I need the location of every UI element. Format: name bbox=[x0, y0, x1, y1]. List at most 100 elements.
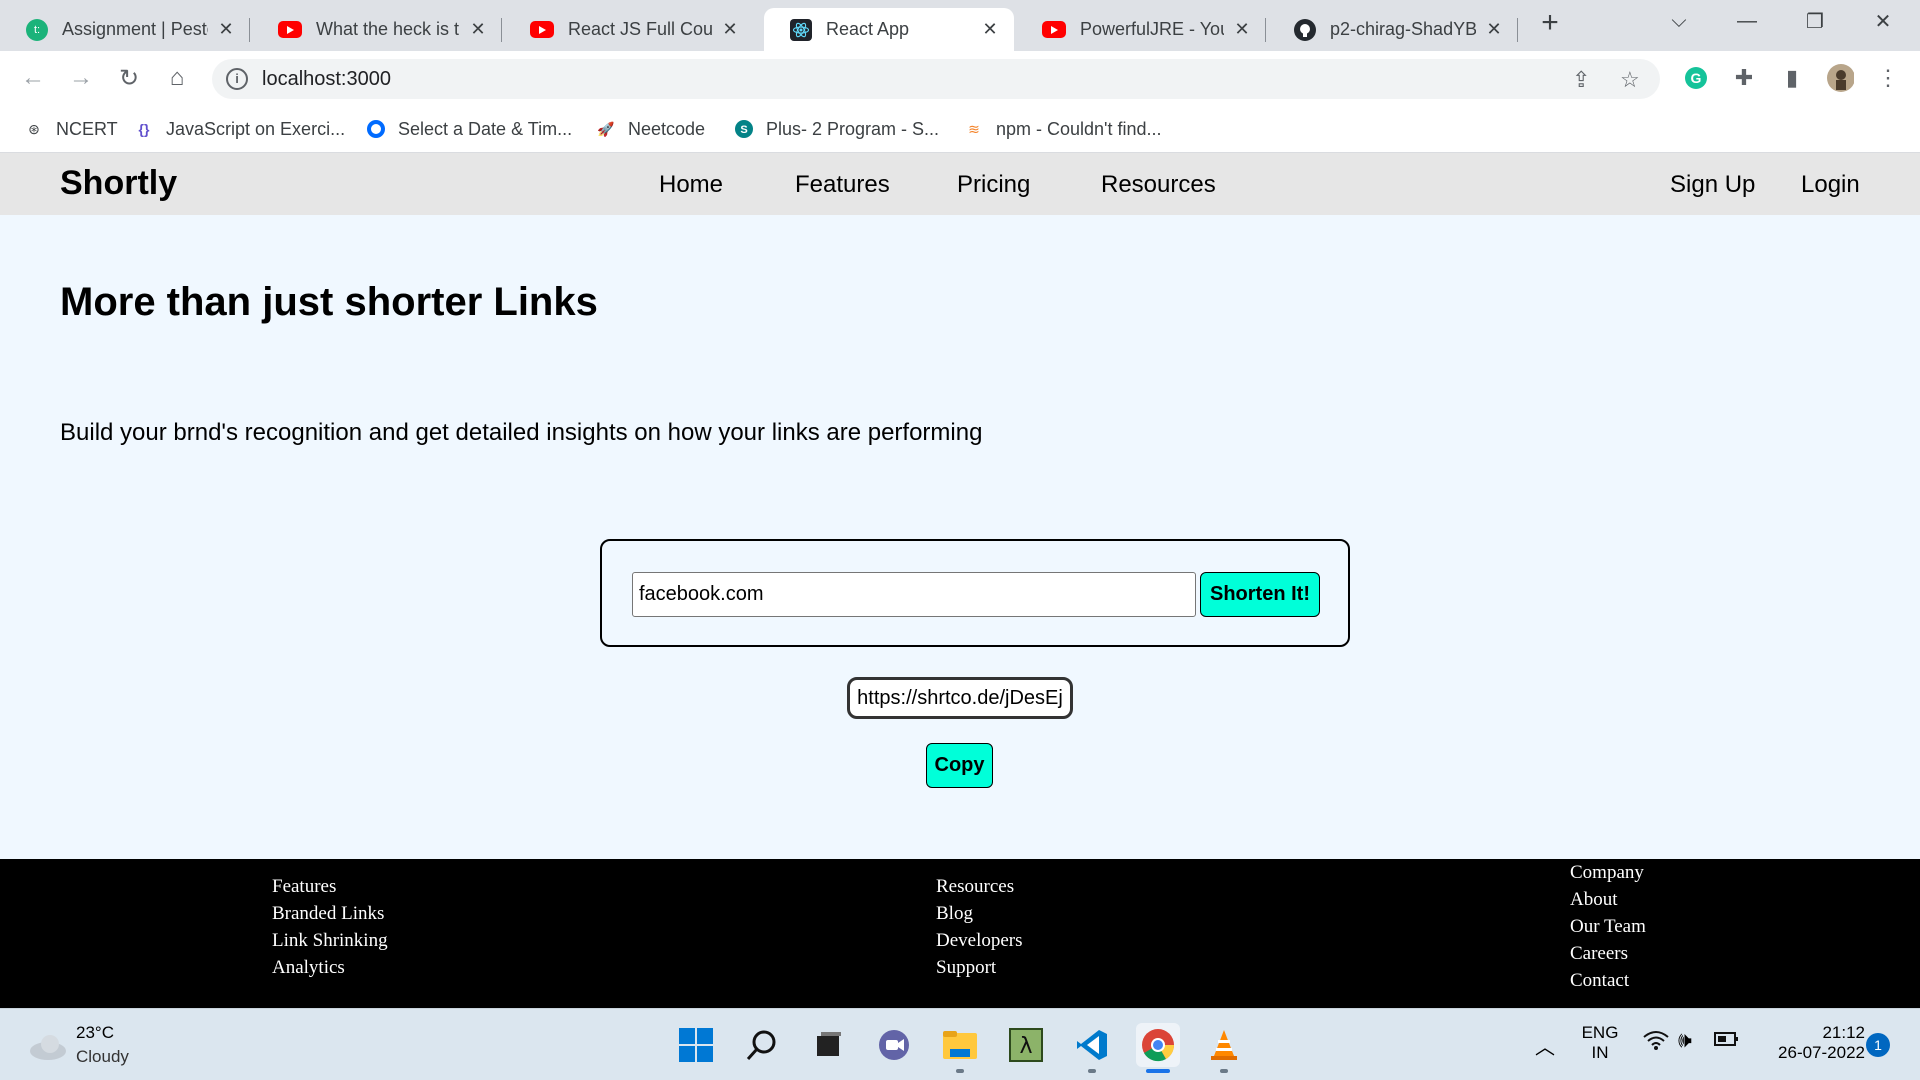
weather-temp: 23°C bbox=[76, 1023, 114, 1042]
vscode-icon[interactable] bbox=[1070, 1023, 1114, 1073]
volume-icon[interactable]: 🕪 bbox=[1678, 1027, 1692, 1053]
home-button[interactable]: ⌂ bbox=[160, 61, 194, 95]
footer-link[interactable]: Developers bbox=[936, 927, 1023, 954]
lambda-app-icon[interactable]: λ bbox=[1004, 1023, 1048, 1067]
chrome-icon[interactable] bbox=[1136, 1023, 1180, 1073]
svg-text:S: S bbox=[740, 124, 747, 136]
footer-link[interactable]: Analytics bbox=[272, 954, 388, 981]
shorten-form: Shorten It! bbox=[600, 539, 1350, 647]
nav-pricing[interactable]: Pricing bbox=[957, 171, 1030, 199]
forward-button[interactable]: → bbox=[64, 61, 98, 95]
footer-link[interactable]: Resources bbox=[936, 873, 1023, 900]
close-icon[interactable]: ✕ bbox=[720, 19, 740, 40]
close-window-button[interactable]: ✕ bbox=[1849, 0, 1917, 42]
browser-tab[interactable]: What the heck is th ✕ bbox=[252, 8, 502, 51]
footer-link[interactable]: Blog bbox=[936, 900, 1023, 927]
language-indicator[interactable]: ENG IN bbox=[1578, 1023, 1622, 1063]
bookmark-item[interactable]: {} JavaScript on Exerci... bbox=[134, 115, 346, 143]
url-input[interactable] bbox=[632, 572, 1196, 617]
profile-avatar[interactable] bbox=[1826, 64, 1854, 92]
hero-title: More than just shorter Links bbox=[60, 280, 598, 324]
clock-date: 26-07-2022 bbox=[1778, 1043, 1865, 1062]
tab-title: Assignment | Pesto bbox=[62, 19, 208, 39]
footer-link[interactable]: Link Shrinking bbox=[272, 927, 388, 954]
youtube-icon bbox=[278, 21, 302, 38]
restore-button[interactable]: ❐ bbox=[1781, 0, 1849, 42]
tab-title: p2-chirag-ShadYBh bbox=[1330, 19, 1476, 39]
menu-kebab-icon[interactable]: ⋮ bbox=[1874, 64, 1902, 92]
extensions-puzzle-icon[interactable]: ✚ bbox=[1730, 64, 1758, 92]
footer-link[interactable]: Careers bbox=[1570, 940, 1646, 967]
close-icon[interactable]: ✕ bbox=[1484, 19, 1504, 40]
browser-tab[interactable]: React JS Full Course ✕ bbox=[504, 8, 754, 51]
browser-toolbar: ← → ↻ ⌂ i localhost:3000 ⇪ ☆ G ✚ ▮ ⋮ bbox=[0, 51, 1920, 105]
footer-link[interactable]: Features bbox=[272, 873, 388, 900]
close-icon[interactable]: ✕ bbox=[980, 19, 1000, 40]
browser-tab-strip: t: Assignment | Pesto ✕ What the heck is… bbox=[0, 0, 1920, 51]
minimize-button[interactable]: — bbox=[1713, 0, 1781, 42]
task-view-icon[interactable] bbox=[806, 1023, 850, 1067]
address-bar[interactable]: i localhost:3000 ⇪ ☆ bbox=[212, 59, 1660, 99]
back-button[interactable]: ← bbox=[16, 61, 50, 95]
nav-features[interactable]: Features bbox=[795, 171, 890, 199]
clock[interactable]: 21:12 26-07-2022 bbox=[1755, 1023, 1865, 1063]
footer-link[interactable]: Support bbox=[936, 954, 1023, 981]
new-tab-button[interactable]: + bbox=[1536, 8, 1564, 38]
pesto-icon: t: bbox=[26, 18, 48, 41]
bookmark-label: Neetcode bbox=[628, 118, 706, 139]
bookmark-item[interactable]: S Plus- 2 Program - S... bbox=[734, 115, 939, 143]
footer-link[interactable]: Company bbox=[1570, 859, 1646, 886]
share-icon[interactable]: ⇪ bbox=[1572, 67, 1590, 93]
hero-subtitle: Build your brnd's recognition and get de… bbox=[60, 419, 983, 446]
battery-icon[interactable] bbox=[1714, 1029, 1740, 1054]
teams-chat-icon[interactable] bbox=[872, 1023, 916, 1067]
browser-tab[interactable]: p2-chirag-ShadYBh ✕ bbox=[1268, 8, 1518, 51]
svg-text:λ: λ bbox=[1019, 1034, 1032, 1059]
show-hidden-icons-chevron-icon[interactable]: ︿ bbox=[1535, 1031, 1555, 1060]
ncert-icon: ⊛ bbox=[28, 120, 40, 137]
bookmarks-bar: ⊛ NCERT {} JavaScript on Exerci... Selec… bbox=[0, 105, 1920, 153]
nav-resources[interactable]: Resources bbox=[1101, 171, 1216, 199]
search-icon[interactable] bbox=[740, 1023, 784, 1067]
shorten-button[interactable]: Shorten It! bbox=[1200, 572, 1320, 617]
react-icon bbox=[790, 18, 812, 41]
clock-time: 21:12 bbox=[1822, 1023, 1865, 1042]
bookmark-item[interactable]: ≋ npm - Couldn't find... bbox=[964, 115, 1161, 143]
close-icon[interactable]: ✕ bbox=[216, 19, 236, 40]
bookmark-label: NCERT bbox=[56, 118, 118, 139]
browser-tab[interactable]: t: Assignment | Pesto ✕ bbox=[0, 8, 250, 51]
stackoverflow-icon: ≋ bbox=[968, 120, 980, 137]
vlc-icon[interactable] bbox=[1202, 1023, 1246, 1073]
windows-start-icon[interactable] bbox=[674, 1023, 718, 1067]
browser-tab-active[interactable]: React App ✕ bbox=[764, 8, 1014, 51]
footer-link[interactable]: Our Team bbox=[1570, 913, 1646, 940]
footer-link[interactable]: About bbox=[1570, 886, 1646, 913]
language-code: ENG bbox=[1581, 1023, 1619, 1042]
tab-search-icon[interactable]: ⌵ bbox=[1645, 0, 1713, 42]
wifi-icon[interactable] bbox=[1643, 1029, 1669, 1057]
nav-sign-up[interactable]: Sign Up bbox=[1670, 171, 1755, 199]
site-logo[interactable]: Shortly bbox=[60, 164, 177, 203]
exercism-icon: {} bbox=[138, 121, 150, 137]
running-indicator bbox=[956, 1069, 964, 1073]
footer-link[interactable]: Contact bbox=[1570, 967, 1646, 994]
reload-button[interactable]: ↻ bbox=[112, 61, 146, 95]
cloud-icon bbox=[30, 1035, 66, 1060]
copy-button[interactable]: Copy bbox=[926, 743, 993, 788]
bookmark-star-icon[interactable]: ☆ bbox=[1620, 67, 1640, 93]
footer-link[interactable]: Branded Links bbox=[272, 900, 388, 927]
bookmark-item[interactable]: ⊛ NCERT bbox=[24, 115, 118, 143]
browser-tab[interactable]: PowerfulJRE - YouTu ✕ bbox=[1016, 8, 1266, 51]
tab-title: React JS Full Course bbox=[568, 19, 712, 39]
side-panel-icon[interactable]: ▮ bbox=[1778, 64, 1806, 92]
file-explorer-icon[interactable] bbox=[938, 1023, 982, 1073]
grammarly-icon[interactable]: G bbox=[1682, 64, 1710, 92]
site-info-icon[interactable]: i bbox=[226, 68, 248, 90]
nav-login[interactable]: Login bbox=[1801, 171, 1860, 199]
notification-badge[interactable]: 1 bbox=[1866, 1033, 1890, 1057]
close-icon[interactable]: ✕ bbox=[1232, 19, 1252, 40]
nav-home[interactable]: Home bbox=[659, 171, 723, 199]
bookmark-item[interactable]: Select a Date & Tim... bbox=[366, 115, 572, 143]
bookmark-item[interactable]: 🚀 Neetcode bbox=[596, 115, 705, 143]
close-icon[interactable]: ✕ bbox=[468, 19, 488, 40]
